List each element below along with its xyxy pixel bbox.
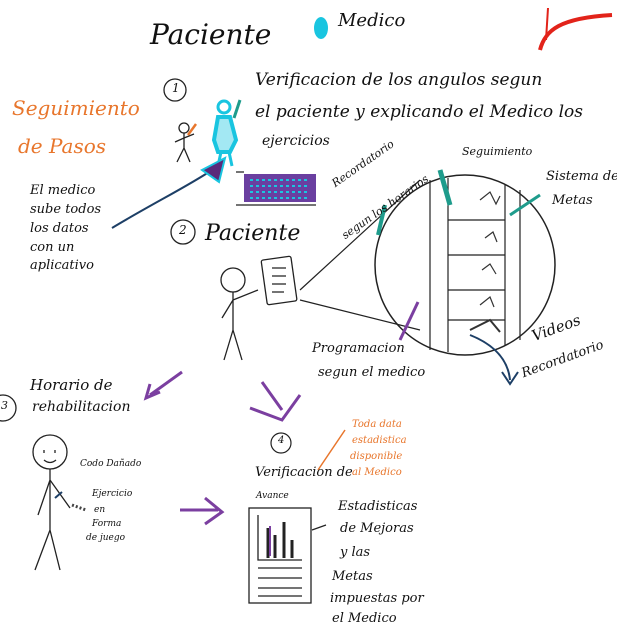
upload-arrow-head [200,156,227,184]
codo-label: Codo Dañado [80,459,142,469]
medico-note-2: sube todos [30,202,102,217]
to-step3-arrow [143,370,183,401]
medico-legend-label: Medico [338,10,406,31]
programacion-label-2: segun el medico [318,365,426,380]
red-corner-mark [538,13,613,51]
ejercicio-label-1: Ejercicio [92,489,133,499]
seguimiento-pasos-line1: Seguimiento [12,96,140,120]
step3-line2: rehabilitacion [32,399,131,415]
medico-note-3: los datos [30,221,89,236]
patient-stick-figure [174,122,198,163]
medico-note-5: aplicativo [30,258,94,273]
medico-note-1: El medico [30,183,96,198]
orange-note-2: estadistica [352,435,407,446]
orange-note-1: Toda data [352,419,402,430]
stats-note-3: y las [340,545,371,560]
stats-note-4: Metas [332,569,373,584]
seguimiento-pasos-line2: de Pasos [18,134,107,158]
programacion-label-1: Programacion [312,341,405,356]
patient-with-phone [220,255,298,361]
to-step4-arrow [249,381,302,422]
stats-phone [248,507,312,604]
step3-number: 3 [1,399,8,412]
step2-number: 2 [179,223,187,237]
doctor-figure [211,99,242,167]
programacion-arrow [398,301,420,341]
stats-note-5: impuestas por [330,591,424,606]
orange-note-4: al Medico [352,467,402,478]
stats-note-1: Estadisticas [338,499,418,514]
whiteboard-sketch: Paciente Medico 1 Verificacion de los an… [0,0,617,632]
step4-title: Verificacion de [255,465,353,480]
page-title: Paciente [150,18,272,51]
to-stats-arrow [180,496,225,526]
step1-line2: el paciente y explicando el Medico los [255,102,583,122]
step1-line1: Verificacion de los angulos segun [255,70,543,90]
ejercicio-label-2: en [94,505,106,515]
ejercicio-label-3: Forma [92,519,122,529]
medico-legend-dot [314,17,328,39]
phone-screen [429,178,521,352]
step1-line3: ejercicios [262,133,330,149]
sistema-metas-label-2: Metas [552,193,593,208]
person-exercising [32,434,87,571]
step4-sub: Avance [256,491,289,501]
step1-number: 1 [172,81,180,95]
orange-note-3: disponible [350,451,403,462]
ejercicio-label-4: de juego [86,533,126,543]
step2-label: Paciente [205,221,301,246]
medico-note-4: con un [30,240,75,255]
stats-note-6: el Medico [332,611,397,626]
step3-line1: Horario de [30,376,113,394]
seguimiento-label: Seguimiento [462,145,533,158]
sistema-metas-label-1: Sistema de [546,169,617,184]
step4-number: 4 [278,435,285,446]
stats-note-2: de Mejoras [340,521,414,536]
